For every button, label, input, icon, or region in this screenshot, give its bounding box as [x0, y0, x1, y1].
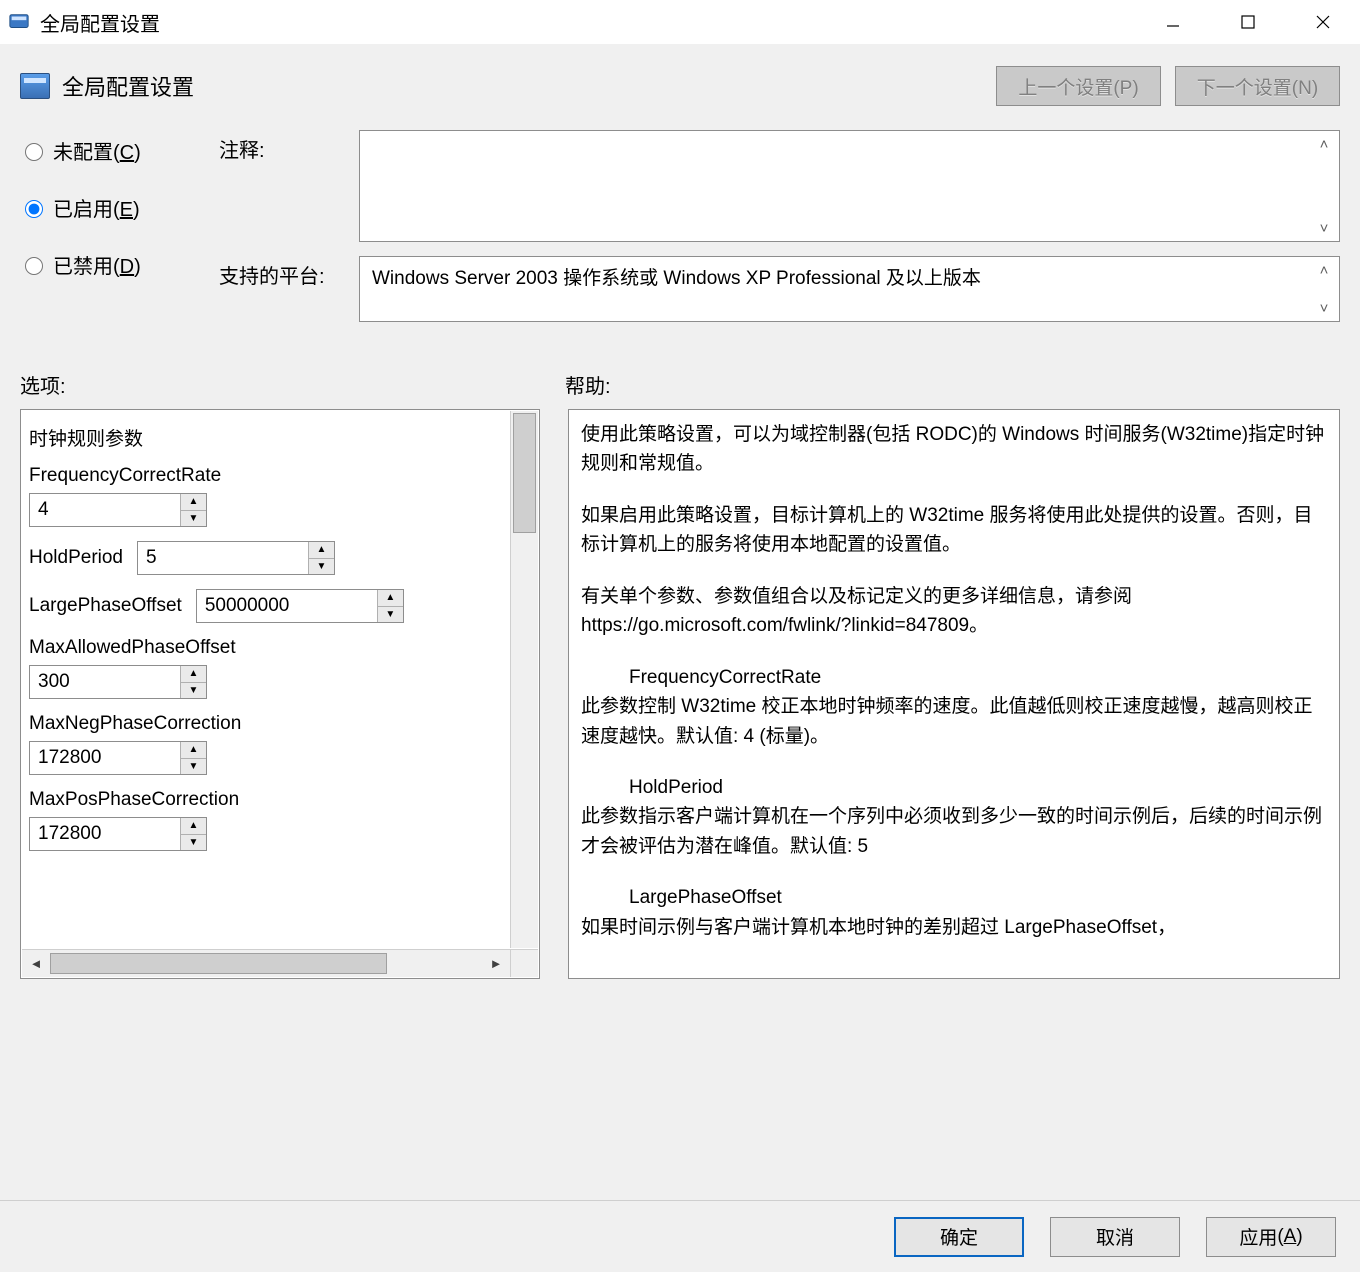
- spin-up-icon[interactable]: ▲: [181, 494, 206, 511]
- state-radio-group: 未配置(C) 已启用(E) 已禁用(D): [20, 130, 195, 336]
- param-maxneg-label: MaxNegPhaseCorrection: [29, 713, 501, 735]
- param-holdperiod-label: HoldPeriod: [29, 547, 123, 569]
- platform-box: Windows Server 2003 操作系统或 Windows XP Pro…: [359, 256, 1340, 322]
- policy-icon: [20, 73, 50, 99]
- platform-scroll-down-icon[interactable]: ˅: [1313, 297, 1335, 319]
- help-param-head: HoldPeriod: [581, 773, 1327, 802]
- options-panel: 时钟规则参数 FrequencyCorrectRate ▲▼ HoldPerio…: [20, 409, 540, 979]
- radio-not-configured-label: 未配置: [53, 142, 113, 164]
- previous-setting-button[interactable]: 上一个设置(P): [996, 66, 1161, 106]
- spin-down-icon[interactable]: ▼: [181, 511, 206, 527]
- spin-down-icon[interactable]: ▼: [181, 683, 206, 699]
- help-param-head: LargePhaseOffset: [581, 883, 1327, 912]
- help-section-label: 帮助:: [565, 370, 1340, 399]
- help-text: 有关单个参数、参数值组合以及标记定义的更多详细信息，请参阅 https://go…: [581, 582, 1327, 641]
- scrollbar-corner: [510, 949, 538, 977]
- comment-label: 注释:: [219, 130, 359, 163]
- comment-textarea[interactable]: ˄ ˅: [359, 130, 1340, 242]
- app-icon: [8, 11, 30, 33]
- maximize-button[interactable]: [1210, 0, 1285, 44]
- help-text: 此参数指示客户端计算机在一个序列中必须收到多少一致的时间示例后，后续的时间示例才…: [581, 802, 1327, 861]
- policy-header: 全局配置设置 上一个设置(P) 下一个设置(N): [20, 44, 1340, 124]
- param-maxallowed-input[interactable]: [30, 666, 180, 698]
- apply-button[interactable]: 应用(A): [1206, 1217, 1336, 1257]
- options-group-title: 时钟规则参数: [29, 424, 501, 451]
- radio-disabled-label: 已禁用: [53, 256, 113, 278]
- scroll-left-icon[interactable]: ◄: [22, 950, 50, 977]
- radio-not-configured-input[interactable]: [25, 143, 43, 161]
- radio-enabled-label: 已启用: [53, 199, 113, 221]
- param-maxneg-input[interactable]: [30, 742, 180, 774]
- scroll-right-icon[interactable]: ►: [482, 950, 510, 977]
- param-freqcorrect-label: FrequencyCorrectRate: [29, 465, 501, 487]
- platform-label: 支持的平台:: [219, 256, 359, 289]
- platform-scroll-up-icon[interactable]: ˄: [1313, 259, 1335, 281]
- param-maxpos-label: MaxPosPhaseCorrection: [29, 789, 501, 811]
- help-text: 如果时间示例与客户端计算机本地时钟的差别超过 LargePhaseOffset，: [581, 913, 1327, 942]
- title-bar: 全局配置设置: [0, 0, 1360, 44]
- spin-down-icon[interactable]: ▼: [309, 559, 334, 575]
- help-text: 使用此策略设置，可以为域控制器(包括 RODC)的 Windows 时间服务(W…: [581, 420, 1327, 479]
- spin-up-icon[interactable]: ▲: [181, 818, 206, 835]
- comment-scroll-up-icon[interactable]: ˄: [1313, 133, 1335, 155]
- options-vertical-scrollbar[interactable]: [510, 411, 538, 948]
- param-freqcorrect-spinner[interactable]: ▲▼: [29, 493, 207, 527]
- spin-down-icon[interactable]: ▼: [378, 607, 403, 623]
- spin-up-icon[interactable]: ▲: [181, 742, 206, 759]
- dialog-button-bar: 确定 取消 应用(A): [0, 1200, 1360, 1272]
- close-button[interactable]: [1285, 0, 1360, 44]
- param-maxallowed-spinner[interactable]: ▲▼: [29, 665, 207, 699]
- help-param-head: FrequencyCorrectRate: [581, 663, 1327, 692]
- help-text: 此参数控制 W32time 校正本地时钟频率的速度。此值越低则校正速度越慢，越高…: [581, 692, 1327, 751]
- param-freqcorrect-input[interactable]: [30, 494, 180, 526]
- options-section-label: 选项:: [20, 370, 565, 399]
- minimize-button[interactable]: [1135, 0, 1210, 44]
- spin-up-icon[interactable]: ▲: [378, 590, 403, 607]
- param-maxpos-spinner[interactable]: ▲▼: [29, 817, 207, 851]
- spin-down-icon[interactable]: ▼: [181, 759, 206, 775]
- comment-scroll-down-icon[interactable]: ˅: [1313, 217, 1335, 239]
- param-maxneg-spinner[interactable]: ▲▼: [29, 741, 207, 775]
- options-horizontal-scrollbar[interactable]: ◄ ►: [22, 949, 510, 977]
- policy-title: 全局配置设置: [62, 70, 982, 102]
- param-largephase-spinner[interactable]: ▲▼: [196, 589, 404, 623]
- param-maxallowed-label: MaxAllowedPhaseOffset: [29, 637, 501, 659]
- help-panel: 使用此策略设置，可以为域控制器(包括 RODC)的 Windows 时间服务(W…: [568, 409, 1340, 979]
- param-holdperiod-input[interactable]: [138, 542, 308, 574]
- help-text: 如果启用此策略设置，目标计算机上的 W32time 服务将使用此处提供的设置。否…: [581, 501, 1327, 560]
- cancel-button[interactable]: 取消: [1050, 1217, 1180, 1257]
- window-title: 全局配置设置: [40, 8, 1135, 37]
- param-maxpos-input[interactable]: [30, 818, 180, 850]
- radio-disabled-input[interactable]: [25, 257, 43, 275]
- next-setting-button[interactable]: 下一个设置(N): [1175, 66, 1340, 106]
- ok-button[interactable]: 确定: [894, 1217, 1024, 1257]
- platform-value: Windows Server 2003 操作系统或 Windows XP Pro…: [372, 268, 981, 289]
- param-holdperiod-spinner[interactable]: ▲▼: [137, 541, 335, 575]
- radio-enabled-input[interactable]: [25, 200, 43, 218]
- spin-up-icon[interactable]: ▲: [181, 666, 206, 683]
- param-largephase-input[interactable]: [197, 590, 377, 622]
- radio-not-configured[interactable]: 未配置(C): [20, 136, 195, 165]
- spin-down-icon[interactable]: ▼: [181, 835, 206, 851]
- param-largephase-label: LargePhaseOffset: [29, 595, 182, 617]
- radio-disabled[interactable]: 已禁用(D): [20, 250, 195, 279]
- spin-up-icon[interactable]: ▲: [309, 542, 334, 559]
- radio-enabled[interactable]: 已启用(E): [20, 193, 195, 222]
